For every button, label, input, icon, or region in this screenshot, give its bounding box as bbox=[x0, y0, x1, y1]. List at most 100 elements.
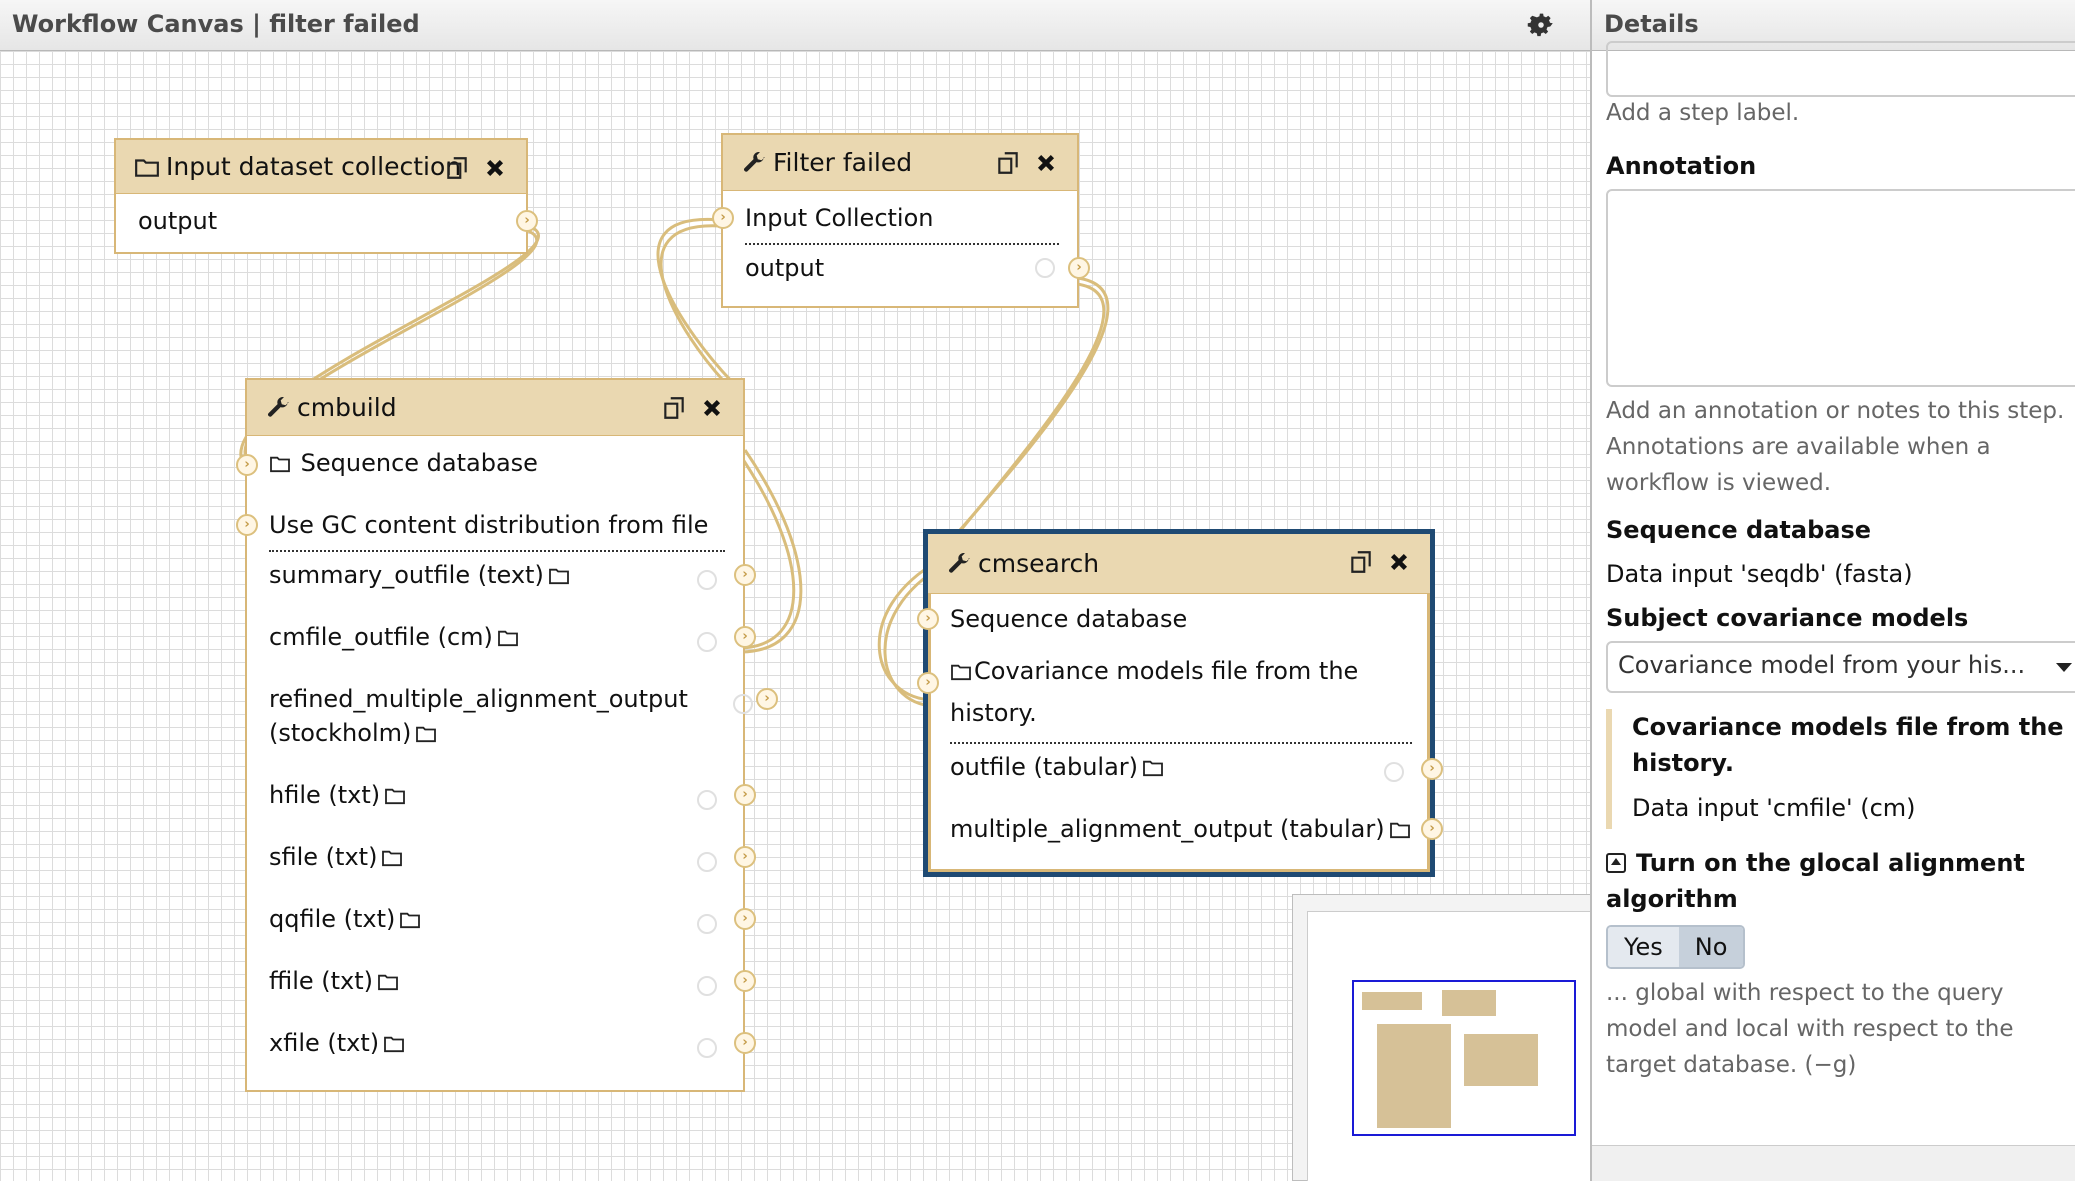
node-cmsearch[interactable]: cmsearch › Sequence database › Covarianc… bbox=[917, 529, 1443, 877]
output-label: sfile (txt) bbox=[269, 843, 378, 871]
output-terminal[interactable]: › bbox=[734, 908, 756, 930]
node-title: Filter failed bbox=[773, 148, 913, 177]
output-terminal[interactable]: › bbox=[516, 210, 538, 232]
overview-map bbox=[1307, 911, 1590, 1181]
output-label: refined_multiple_alignment_output (stock… bbox=[269, 685, 688, 747]
glocal-label-row: Turn on the glocal alignment algorithm bbox=[1606, 845, 2075, 917]
output-terminal[interactable]: › bbox=[734, 626, 756, 648]
divider bbox=[950, 742, 1412, 744]
node-input-row: › Input Collection bbox=[712, 201, 1059, 235]
folder-icon bbox=[382, 850, 403, 867]
node-input-row: › Sequence database bbox=[236, 446, 725, 480]
copy-icon[interactable] bbox=[661, 395, 687, 421]
input-terminal[interactable]: › bbox=[236, 454, 258, 476]
gear-icon[interactable] bbox=[1526, 10, 1556, 40]
gear-icon[interactable] bbox=[697, 790, 717, 810]
output-label: hfile (txt) bbox=[269, 781, 381, 809]
output-terminal[interactable]: › bbox=[734, 846, 756, 868]
output-terminal[interactable]: › bbox=[734, 970, 756, 992]
folder-icon bbox=[1143, 760, 1163, 777]
node-header[interactable]: Input dataset collection bbox=[116, 140, 526, 194]
close-icon[interactable] bbox=[1388, 551, 1410, 573]
node-output-row: ffile (txt) › bbox=[269, 964, 756, 998]
annotation-label: Annotation bbox=[1606, 152, 1757, 180]
node-header[interactable]: cmbuild bbox=[247, 380, 743, 436]
node-filter-failed[interactable]: Filter failed › Input Collection output … bbox=[712, 133, 1090, 308]
output-terminal[interactable]: › bbox=[756, 688, 778, 710]
node-output-row: outfile (tabular) › bbox=[950, 750, 1443, 784]
output-terminal[interactable]: › bbox=[734, 564, 756, 586]
step-label-input[interactable] bbox=[1606, 41, 2075, 97]
details-pane: Details Add a step label. Annotation Add… bbox=[1590, 0, 2075, 1181]
gear-icon[interactable] bbox=[697, 852, 717, 872]
glocal-toggle[interactable]: Yes No bbox=[1606, 925, 1746, 969]
workflow-canvas-pane: Workflow Canvas | filter failed Input da… bbox=[0, 0, 1590, 1181]
output-label: cmfile_outfile (cm) bbox=[269, 623, 493, 651]
gear-icon[interactable] bbox=[697, 976, 717, 996]
node-cmbuild[interactable]: cmbuild › Sequence database › Use GC con… bbox=[236, 378, 778, 1092]
output-terminal[interactable]: › bbox=[1421, 818, 1443, 840]
output-label: output bbox=[745, 254, 825, 282]
mini-node bbox=[1464, 1034, 1538, 1086]
gear-icon[interactable] bbox=[1035, 258, 1055, 278]
sequence-database-value: Data input 'seqdb' (fasta) bbox=[1606, 560, 1913, 588]
output-label: outfile (tabular) bbox=[950, 753, 1139, 781]
collapse-icon[interactable] bbox=[1606, 853, 1626, 873]
input-terminal[interactable]: › bbox=[917, 672, 939, 694]
cm-file-label: Covariance models file from the history. bbox=[1632, 713, 2064, 777]
toggle-yes[interactable]: Yes bbox=[1608, 927, 1679, 967]
node-header[interactable]: cmsearch bbox=[928, 534, 1430, 594]
node-input-row: › Use GC content distribution from file bbox=[236, 508, 725, 542]
gear-icon[interactable] bbox=[1384, 762, 1404, 782]
close-icon[interactable] bbox=[701, 397, 723, 419]
node-title: cmsearch bbox=[978, 549, 1100, 578]
input-label: Use GC content distribution from file bbox=[269, 511, 709, 539]
output-terminal[interactable]: › bbox=[734, 1032, 756, 1054]
gear-icon[interactable] bbox=[697, 1038, 717, 1058]
folder-icon bbox=[378, 974, 398, 991]
node-header[interactable]: Filter failed bbox=[723, 135, 1077, 191]
copy-icon[interactable] bbox=[1348, 549, 1374, 575]
divider bbox=[745, 243, 1059, 245]
wrench-icon bbox=[949, 552, 970, 573]
gear-icon[interactable] bbox=[733, 694, 753, 714]
folder-icon bbox=[384, 1036, 405, 1053]
node-input-dataset-collection[interactable]: Input dataset collection output › bbox=[114, 138, 538, 254]
node-output-row: sfile (txt) › bbox=[269, 840, 756, 874]
input-terminal[interactable]: › bbox=[712, 207, 734, 229]
close-icon[interactable] bbox=[484, 157, 506, 179]
output-label: qqfile (txt) bbox=[269, 905, 396, 933]
output-terminal[interactable]: › bbox=[1421, 758, 1443, 780]
node-title: Input dataset collection bbox=[166, 152, 462, 181]
annotation-help: Add an annotation or notes to this step.… bbox=[1606, 398, 2065, 496]
mini-node bbox=[1377, 1024, 1451, 1128]
folder-icon bbox=[1389, 822, 1410, 839]
close-icon[interactable] bbox=[1035, 152, 1057, 174]
output-label: multiple_alignment_output (tabular) bbox=[950, 815, 1385, 843]
gear-icon[interactable] bbox=[697, 570, 717, 590]
select-value: Covariance model from your his... bbox=[1618, 651, 2026, 679]
input-label: Sequence database bbox=[950, 605, 1188, 633]
node-title: cmbuild bbox=[297, 393, 397, 422]
output-terminal[interactable]: › bbox=[1068, 257, 1090, 279]
node-output-row: qqfile (txt) › bbox=[269, 902, 756, 936]
divider bbox=[269, 550, 725, 552]
node-output-row: refined_multiple_alignment_output (stock… bbox=[269, 682, 778, 750]
output-terminal[interactable]: › bbox=[734, 784, 756, 806]
input-terminal[interactable]: › bbox=[917, 608, 939, 630]
chevron-down-icon bbox=[2056, 663, 2072, 672]
gear-icon[interactable] bbox=[697, 914, 717, 934]
sequence-database-label: Sequence database bbox=[1606, 516, 1872, 544]
toggle-no[interactable]: No bbox=[1678, 927, 1744, 967]
wrench-icon bbox=[268, 396, 289, 417]
canvas-overview[interactable] bbox=[1292, 894, 1590, 1181]
copy-icon[interactable] bbox=[995, 150, 1021, 176]
horizontal-scrollbar[interactable] bbox=[1592, 1145, 2075, 1181]
subject-covariance-select[interactable]: Covariance model from your his... bbox=[1606, 641, 2075, 693]
annotation-textarea[interactable] bbox=[1606, 189, 2075, 387]
node-output-row: multiple_alignment_output (tabular) › bbox=[950, 812, 1443, 846]
input-terminal[interactable]: › bbox=[236, 514, 258, 536]
copy-icon[interactable] bbox=[444, 155, 470, 181]
gear-icon[interactable] bbox=[697, 632, 717, 652]
node-output-row: output › bbox=[138, 204, 538, 238]
